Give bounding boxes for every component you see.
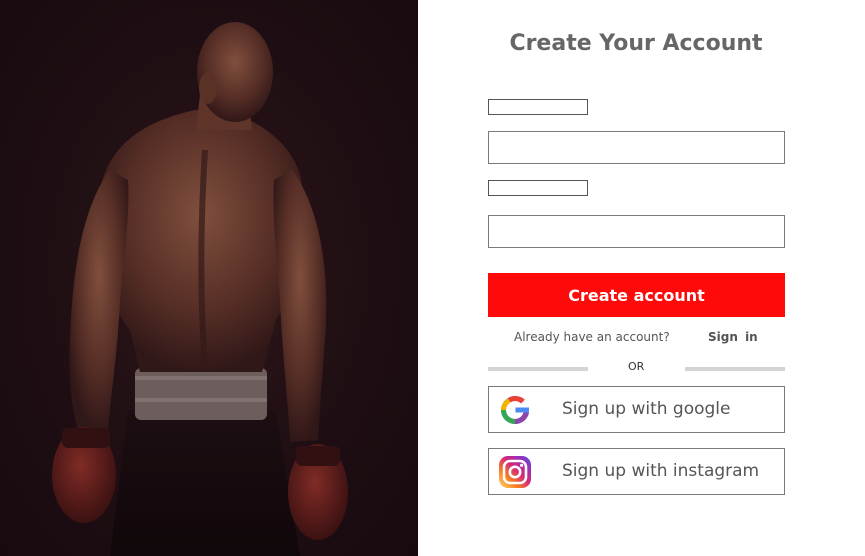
instagram-signup-button[interactable]: Sign up with instagram bbox=[488, 448, 785, 495]
google-signup-label: Sign up with google bbox=[562, 399, 731, 419]
google-signup-button[interactable]: Sign up with google bbox=[488, 386, 785, 433]
create-account-button[interactable]: Create account bbox=[488, 273, 785, 317]
or-separator: OR bbox=[628, 360, 645, 373]
boxer-illustration bbox=[0, 0, 418, 556]
field1-label bbox=[488, 99, 588, 115]
instagram-signup-label: Sign up with instagram bbox=[562, 461, 760, 481]
field2-input[interactable] bbox=[488, 215, 785, 248]
instagram-icon bbox=[499, 456, 531, 488]
field2-label bbox=[488, 180, 588, 196]
sign-in-link[interactable]: Sign in bbox=[708, 330, 758, 344]
divider-left bbox=[488, 367, 588, 371]
already-have-account-text: Already have an account? bbox=[514, 330, 670, 344]
field1-input[interactable] bbox=[488, 131, 785, 164]
page-title: Create Your Account bbox=[509, 31, 763, 56]
hero-image bbox=[0, 0, 418, 556]
google-icon bbox=[501, 396, 529, 424]
divider-right bbox=[685, 367, 785, 371]
signup-panel: Create Your Account Create account Alrea… bbox=[418, 0, 865, 556]
